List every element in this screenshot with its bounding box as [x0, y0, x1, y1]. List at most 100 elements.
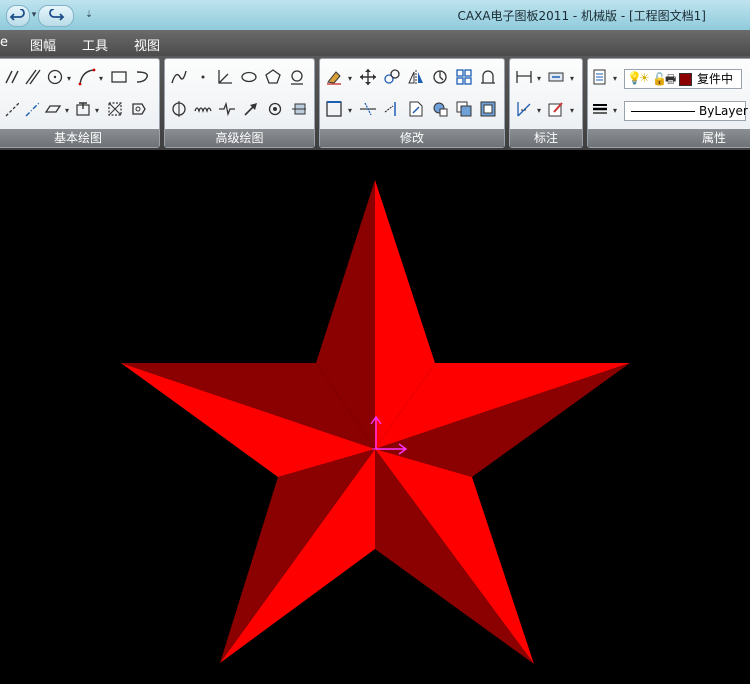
trim-tool[interactable]	[358, 99, 378, 119]
select-tool[interactable]	[324, 99, 344, 119]
star-drawing	[121, 180, 630, 664]
curve-tool[interactable]	[169, 67, 189, 87]
text-dimension-tool[interactable]	[546, 67, 566, 87]
rotate-tool[interactable]	[382, 67, 402, 87]
trim-icon	[360, 102, 376, 116]
panel-label-advanced-draw: 高级绘图	[165, 129, 314, 147]
break-tool[interactable]	[478, 99, 498, 119]
line-weight-dropdown-icon[interactable]: ▾	[613, 106, 617, 115]
layer-manager-dropdown-icon[interactable]: ▾	[613, 74, 617, 83]
menu-item-view[interactable]: 视图	[134, 35, 160, 54]
dimension-dropdown-icon[interactable]: ▾	[537, 74, 541, 83]
text-tool[interactable]	[73, 99, 93, 119]
panel-label-basic-draw: 基本绘图	[0, 129, 159, 147]
layer-freeze-icon: ☀	[639, 71, 650, 85]
linetype-combo[interactable]: ByLayer	[624, 101, 748, 121]
double-break-line-tool[interactable]	[217, 99, 237, 119]
polygon-icon	[265, 69, 281, 84]
line-weight-icon	[593, 104, 607, 114]
panel-label-properties: 属性	[588, 129, 750, 147]
layer-print-icon: 🖶	[665, 72, 677, 86]
drawing-canvas[interactable]	[0, 150, 750, 684]
parallel-line-tool[interactable]	[23, 67, 43, 87]
centerline-mark-tool[interactable]	[289, 99, 309, 119]
stretch-icon	[409, 101, 423, 117]
select-box-icon	[326, 101, 342, 117]
offset-tool[interactable]	[478, 67, 498, 87]
scale-icon	[433, 70, 447, 84]
layer-combo[interactable]: 💡 ☀ 🔓 🖶 复件中	[624, 69, 742, 89]
dimension-icon	[516, 71, 532, 83]
circle-icon	[47, 69, 63, 85]
layer-name: 复件中	[697, 72, 734, 86]
point-tool[interactable]	[193, 67, 213, 87]
image-tool[interactable]	[129, 99, 149, 119]
edit-dimension-dropdown-icon[interactable]: ▾	[570, 106, 574, 115]
linetype-name: ByLayer	[699, 104, 748, 118]
undo-button[interactable]	[6, 5, 30, 27]
menu-item-tools[interactable]: 工具	[82, 35, 108, 54]
hatch-tool[interactable]	[43, 99, 63, 119]
coordinate-dimension-icon	[517, 102, 531, 117]
angle-line-tool[interactable]	[215, 67, 235, 87]
arrow-icon	[244, 103, 257, 116]
arrow-tool[interactable]	[241, 99, 261, 119]
hatch-dropdown-icon[interactable]: ▾	[65, 106, 69, 115]
center-mark-icon	[291, 70, 303, 85]
text-dropdown-icon[interactable]: ▾	[95, 106, 99, 115]
hole-shaft-tool[interactable]	[169, 99, 189, 119]
edit-dimension-icon	[548, 102, 563, 117]
circle-tool[interactable]	[45, 67, 65, 87]
coordinate-dimension-dropdown-icon[interactable]: ▾	[537, 106, 541, 115]
mirror-icon	[408, 70, 423, 84]
wave-line-tool[interactable]	[193, 99, 213, 119]
chamfer-tool[interactable]	[430, 99, 450, 119]
chamfer-icon	[433, 102, 448, 117]
arc-dropdown-icon[interactable]: ▾	[99, 74, 103, 83]
scale-tool[interactable]	[430, 67, 450, 87]
panel-label-modify: 修改	[320, 129, 504, 147]
panel-dimension: ▾ ▾ ▾ ▾ 标注	[509, 58, 583, 148]
gear-tool[interactable]	[265, 99, 285, 119]
coordinate-dimension-tool[interactable]	[514, 99, 534, 119]
select-dropdown-icon[interactable]: ▾	[348, 106, 352, 115]
center-mark-tool[interactable]	[287, 67, 307, 87]
delete-tool[interactable]	[324, 67, 344, 87]
redo-button[interactable]	[38, 5, 74, 27]
polyline-tool[interactable]	[3, 67, 23, 87]
ribbon: ▾ ▾ ▾ ▾ 基本绘图 高级绘图 ▾ ▾ 修改 ▾ ▾ ▾ ▾ 标注 ▾ 💡 …	[0, 56, 750, 150]
line-weight-tool[interactable]	[590, 99, 610, 119]
image-icon	[132, 103, 146, 115]
text-icon	[76, 102, 90, 116]
mirror-tool[interactable]	[406, 67, 426, 87]
polygon-tool[interactable]	[263, 67, 283, 87]
point-icon	[201, 75, 205, 79]
ellipse-icon	[241, 71, 257, 83]
delete-dropdown-icon[interactable]: ▾	[348, 74, 352, 83]
stretch-tool[interactable]	[406, 99, 426, 119]
layer-manager-tool[interactable]	[590, 67, 610, 87]
dimension-tool[interactable]	[514, 67, 534, 87]
arc-tool[interactable]	[77, 67, 97, 87]
extend-tool[interactable]	[382, 99, 402, 119]
ellipse-tool[interactable]	[239, 67, 259, 87]
circle-dropdown-icon[interactable]: ▾	[67, 74, 71, 83]
spline-icon	[136, 71, 148, 83]
rectangle-tool[interactable]	[109, 67, 129, 87]
parallel-line-icon	[25, 69, 41, 85]
rectangle-icon	[111, 71, 127, 83]
menu-item-sheet[interactable]: 图幅	[30, 35, 56, 54]
centerline-icon	[25, 101, 41, 117]
centerline-tool[interactable]	[23, 99, 43, 119]
move-tool[interactable]	[358, 67, 378, 87]
menu-item-e[interactable]: e	[0, 35, 8, 50]
block-tool[interactable]	[105, 99, 125, 119]
copy-tool[interactable]	[454, 99, 474, 119]
text-dimension-dropdown-icon[interactable]: ▾	[570, 74, 574, 83]
spline-tool[interactable]	[133, 67, 153, 87]
layer-color-swatch	[679, 73, 692, 86]
dash-line-tool[interactable]	[3, 99, 23, 119]
customize-quick-access-icon[interactable]: ⇣	[84, 5, 94, 25]
array-tool[interactable]	[454, 67, 474, 87]
edit-dimension-tool[interactable]	[546, 99, 566, 119]
